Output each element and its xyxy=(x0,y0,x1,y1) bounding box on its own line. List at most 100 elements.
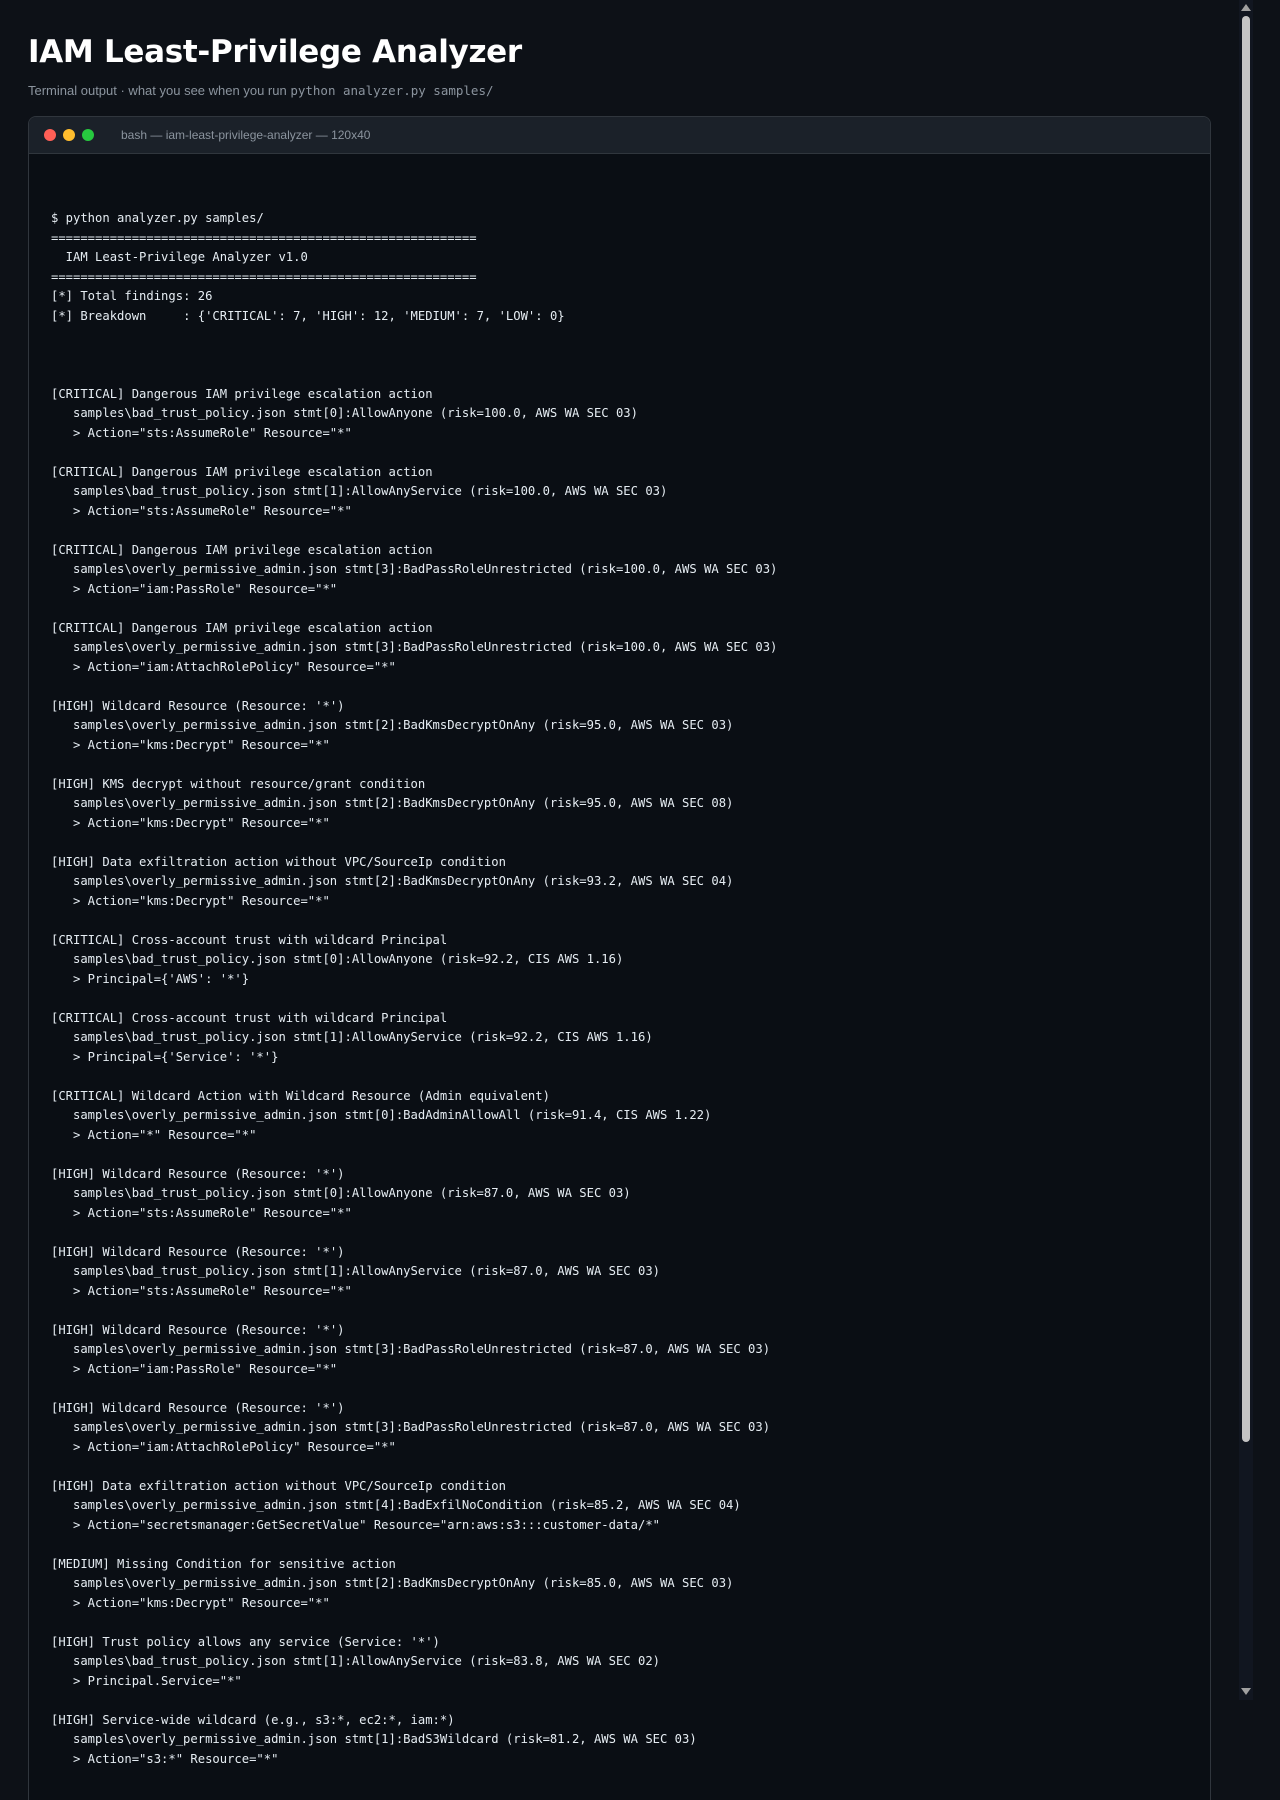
finding-headline: [CRITICAL] Dangerous IAM privilege escal… xyxy=(51,464,433,479)
findings-list: [CRITICAL] Dangerous IAM privilege escal… xyxy=(51,365,1188,1769)
finding-headline: [CRITICAL] Wildcard Action with Wildcard… xyxy=(51,1088,550,1103)
finding-entry: [MEDIUM] Missing Condition for sensitive… xyxy=(51,1555,1188,1614)
finding-headline: [HIGH] Wildcard Resource (Resource: '*') xyxy=(51,1322,345,1337)
finding-evidence: > Action="kms:Decrypt" Resource="*" xyxy=(73,893,330,908)
page-subtitle: Terminal output · what you see when you … xyxy=(28,82,1208,100)
terminal-header-lines: $ python analyzer.py samples/ ===========… xyxy=(51,209,1188,326)
finding-entry: [HIGH] Wildcard Resource (Resource: '*')… xyxy=(51,1321,1188,1380)
finding-headline: [HIGH] Wildcard Resource (Resource: '*') xyxy=(51,1166,345,1181)
terminal-line: [*] Total findings: 26 xyxy=(51,289,213,303)
close-window-button[interactable] xyxy=(44,129,56,141)
finding-evidence: > Action="sts:AssumeRole" Resource="*" xyxy=(73,1283,352,1298)
finding-headline: [HIGH] KMS decrypt without resource/gran… xyxy=(51,776,426,791)
terminal-output[interactable]: $ python analyzer.py samples/ ===========… xyxy=(29,154,1210,1800)
finding-entry: [HIGH] Wildcard Resource (Resource: '*')… xyxy=(51,697,1188,756)
finding-entry: [HIGH] Data exfiltration action without … xyxy=(51,853,1188,912)
finding-evidence: > Action="secretsmanager:GetSecretValue"… xyxy=(73,1517,660,1532)
finding-evidence: > Principal={'AWS': '*'} xyxy=(73,971,250,986)
finding-evidence: > Action="sts:AssumeRole" Resource="*" xyxy=(73,503,352,518)
finding-location: samples\overly_permissive_admin.json stm… xyxy=(73,718,734,732)
finding-location: samples\overly_permissive_admin.json stm… xyxy=(73,1420,771,1434)
finding-evidence: > Action="sts:AssumeRole" Resource="*" xyxy=(73,425,352,440)
page-title: IAM Least-Privilege Analyzer xyxy=(28,34,522,70)
finding-headline: [CRITICAL] Dangerous IAM privilege escal… xyxy=(51,542,433,557)
maximize-window-button[interactable] xyxy=(82,129,94,141)
terminal-window: bash — iam-least-privilege-analyzer — 12… xyxy=(28,116,1211,1800)
minimize-window-button[interactable] xyxy=(63,129,75,141)
scroll-down-arrow-icon[interactable] xyxy=(1241,1688,1251,1695)
finding-location: samples\bad_trust_policy.json stmt[1]:Al… xyxy=(73,1264,660,1278)
terminal-line: [*] Breakdown : {'CRITICAL': 7, 'HIGH': … xyxy=(51,308,565,323)
finding-entry: [HIGH] Trust policy allows any service (… xyxy=(51,1633,1188,1692)
finding-location: samples\overly_permissive_admin.json stm… xyxy=(73,562,778,576)
scrollbar-thumb[interactable] xyxy=(1242,16,1250,1442)
finding-headline: [CRITICAL] Dangerous IAM privilege escal… xyxy=(51,386,433,401)
finding-headline: [HIGH] Trust policy allows any service (… xyxy=(51,1634,440,1649)
terminal-titlebar: bash — iam-least-privilege-analyzer — 12… xyxy=(29,117,1210,154)
finding-location: samples\bad_trust_policy.json stmt[1]:Al… xyxy=(73,1030,653,1044)
finding-location: samples\overly_permissive_admin.json stm… xyxy=(73,1576,734,1590)
finding-location: samples\overly_permissive_admin.json stm… xyxy=(73,1498,741,1512)
finding-location: samples\bad_trust_policy.json stmt[1]:Al… xyxy=(73,1654,660,1668)
finding-entry: [CRITICAL] Dangerous IAM privilege escal… xyxy=(51,385,1188,444)
subtitle-text: Terminal output · what you see when you … xyxy=(28,83,291,98)
finding-evidence: > Action="iam:PassRole" Resource="*" xyxy=(73,1361,338,1376)
finding-evidence: > Action="*" Resource="*" xyxy=(73,1127,257,1142)
finding-entry: [CRITICAL] Dangerous IAM privilege escal… xyxy=(51,619,1188,678)
finding-evidence: > Action="iam:AttachRolePolicy" Resource… xyxy=(73,659,396,674)
page-header: IAM Least-Privilege Analyzer Terminal ou… xyxy=(28,28,1208,100)
finding-headline: [MEDIUM] Missing Condition for sensitive… xyxy=(51,1556,396,1571)
finding-entry: [HIGH] Service-wide wildcard (e.g., s3:*… xyxy=(51,1711,1188,1770)
finding-headline: [CRITICAL] Cross-account trust with wild… xyxy=(51,932,448,947)
finding-headline: [HIGH] Wildcard Resource (Resource: '*') xyxy=(51,1400,345,1415)
finding-entry: [CRITICAL] Dangerous IAM privilege escal… xyxy=(51,463,1188,522)
finding-location: samples\overly_permissive_admin.json stm… xyxy=(73,796,734,810)
finding-entry: [HIGH] KMS decrypt without resource/gran… xyxy=(51,775,1188,834)
finding-location: samples\bad_trust_policy.json stmt[0]:Al… xyxy=(73,1186,631,1200)
finding-location: samples\bad_trust_policy.json stmt[0]:Al… xyxy=(73,406,638,420)
vertical-scrollbar[interactable] xyxy=(1239,0,1253,1700)
finding-entry: [CRITICAL] Cross-account trust with wild… xyxy=(51,1009,1188,1068)
finding-evidence: > Principal={'Service': '*'} xyxy=(73,1049,279,1064)
finding-entry: [HIGH] Data exfiltration action without … xyxy=(51,1477,1188,1536)
finding-entry: [HIGH] Wildcard Resource (Resource: '*')… xyxy=(51,1165,1188,1224)
finding-entry: [HIGH] Wildcard Resource (Resource: '*')… xyxy=(51,1399,1188,1458)
scroll-up-arrow-icon[interactable] xyxy=(1241,4,1251,11)
terminal-line: IAM Least-Privilege Analyzer v1.0 xyxy=(51,250,308,264)
terminal-line: $ python analyzer.py samples/ xyxy=(51,211,264,225)
finding-evidence: > Action="sts:AssumeRole" Resource="*" xyxy=(73,1205,352,1220)
finding-headline: [HIGH] Wildcard Resource (Resource: '*') xyxy=(51,1244,345,1259)
finding-headline: [HIGH] Data exfiltration action without … xyxy=(51,854,506,869)
finding-entry: [CRITICAL] Cross-account trust with wild… xyxy=(51,931,1188,990)
finding-location: samples\overly_permissive_admin.json stm… xyxy=(73,1108,712,1122)
finding-location: samples\bad_trust_policy.json stmt[1]:Al… xyxy=(73,484,668,498)
finding-evidence: > Action="kms:Decrypt" Resource="*" xyxy=(73,815,330,830)
finding-location: samples\bad_trust_policy.json stmt[0]:Al… xyxy=(73,952,624,966)
finding-headline: [HIGH] Service-wide wildcard (e.g., s3:*… xyxy=(51,1712,455,1727)
finding-evidence: > Principal.Service="*" xyxy=(73,1673,242,1688)
finding-location: samples\overly_permissive_admin.json stm… xyxy=(73,874,734,888)
finding-location: samples\overly_permissive_admin.json stm… xyxy=(73,1732,697,1746)
finding-headline: [HIGH] Wildcard Resource (Resource: '*') xyxy=(51,698,345,713)
finding-evidence: > Action="s3:*" Resource="*" xyxy=(73,1751,279,1766)
page: IAM Least-Privilege Analyzer Terminal ou… xyxy=(0,0,1280,1800)
terminal-line: ========================================… xyxy=(51,269,477,284)
finding-evidence: > Action="kms:Decrypt" Resource="*" xyxy=(73,1595,330,1610)
finding-headline: [CRITICAL] Cross-account trust with wild… xyxy=(51,1010,448,1025)
